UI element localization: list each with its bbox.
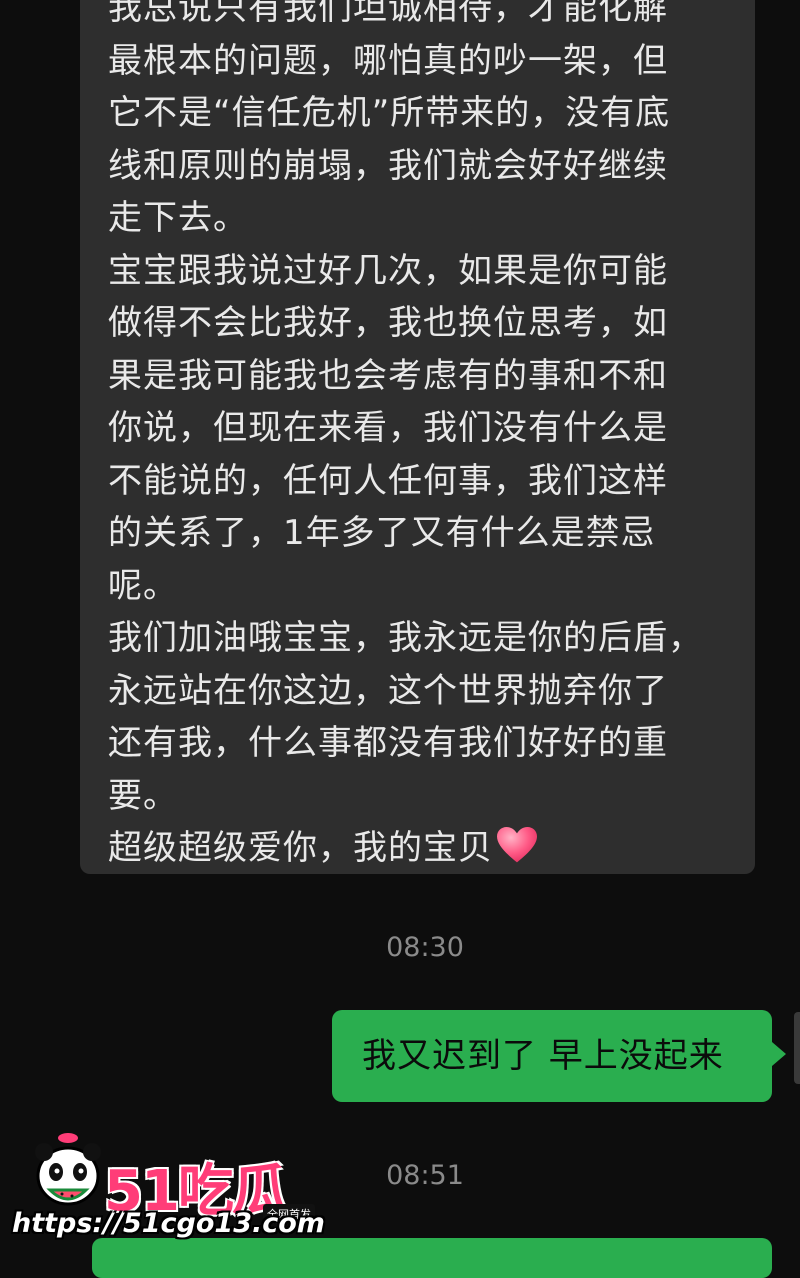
- heart-emoji-icon: [497, 827, 537, 863]
- message-line: 果是我可能我也会考虑有的事和不和: [108, 355, 668, 396]
- message-line: 我总说只有我们坦诚相待，才能化解: [108, 0, 668, 28]
- watermark-url: https://51cgo13.com: [12, 1208, 325, 1239]
- message-line: 呢。: [108, 565, 178, 606]
- watermark: 51吃瓜 全网首发 https://51cgo13.com: [8, 1132, 325, 1252]
- message-line: 你说，但现在来看，我们没有什么是: [108, 408, 668, 448]
- message-line: 的关系了，1年多了又有什么是禁忌: [108, 513, 656, 553]
- bubble-tail: [772, 1042, 786, 1066]
- message-line: 做得不会比我好，我也换位思考，如: [108, 303, 668, 343]
- message-line: 超级超级爱你，我的宝贝: [108, 828, 493, 868]
- message-line: 要。: [108, 775, 178, 816]
- panda-mascot-icon: [35, 1133, 101, 1206]
- message-line: 还有我，什么事都没有我们好好的重: [108, 723, 668, 763]
- avatar[interactable]: [794, 1012, 800, 1084]
- message-line: 不能说的，任何人任何事，我们这样: [108, 460, 668, 501]
- message-line-last: 超级超级爱你，我的宝贝: [108, 822, 703, 875]
- message-line: 我们加油哦宝宝，我永远是你的后盾，: [108, 618, 703, 658]
- message-line: 永远站在你这边，这个世界抛弃你了: [108, 670, 668, 711]
- message-line: 线和原则的崩塌，我们就会好好继续: [108, 145, 668, 186]
- outgoing-message-bubble[interactable]: 我又迟到了 早上没起来: [332, 1010, 786, 1102]
- message-line: 走下去。: [108, 198, 248, 238]
- incoming-message-text: 我总说只有我们坦诚相待，才能化解 最根本的问题，哪怕真的吵一架，但 它不是“信任…: [108, 0, 703, 875]
- outgoing-message-text: 我又迟到了 早上没起来: [362, 1036, 724, 1076]
- message-line: 最根本的问题，哪怕真的吵一架，但: [108, 40, 668, 81]
- timestamp: 08:30: [386, 932, 464, 963]
- message-line: 它不是“信任危机”所带来的，没有底: [108, 93, 671, 133]
- message-line: 宝宝跟我说过好几次，如果是你可能: [108, 250, 668, 291]
